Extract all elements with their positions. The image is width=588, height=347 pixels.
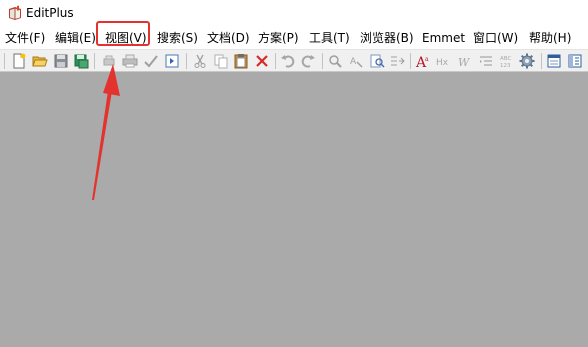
menu-emmet[interactable]: Emmet bbox=[422, 30, 465, 46]
svg-text:W: W bbox=[458, 56, 471, 69]
svg-text:123: 123 bbox=[500, 63, 511, 69]
indent-icon[interactable] bbox=[477, 52, 495, 70]
settings-gear-icon[interactable] bbox=[518, 52, 536, 70]
save-icon[interactable] bbox=[52, 52, 70, 70]
toolbar-separator bbox=[275, 53, 276, 69]
cut-icon[interactable] bbox=[191, 52, 209, 70]
toolbar-separator bbox=[186, 53, 187, 69]
editor-workspace bbox=[0, 72, 588, 347]
menu-window[interactable]: 窗口(W) bbox=[473, 30, 518, 46]
word-wrap-icon[interactable]: W bbox=[456, 52, 474, 70]
output-window-icon[interactable] bbox=[545, 52, 563, 70]
print-icon[interactable] bbox=[121, 52, 139, 70]
svg-text:Hx: Hx bbox=[436, 58, 449, 68]
menu-help[interactable]: 帮助(H) bbox=[529, 30, 571, 46]
column-select-icon[interactable]: ABC 123 bbox=[498, 52, 516, 70]
redo-icon[interactable] bbox=[299, 52, 317, 70]
toolbar-separator bbox=[410, 53, 411, 69]
title-bar: EditPlus bbox=[0, 0, 588, 26]
find-in-files-icon[interactable] bbox=[368, 52, 386, 70]
menu-edit[interactable]: 编辑(E) bbox=[55, 30, 96, 46]
toolbar-separator bbox=[94, 53, 95, 69]
directory-window-icon[interactable] bbox=[566, 52, 584, 70]
svg-text:ABC: ABC bbox=[500, 56, 511, 62]
heading-icon[interactable]: Hx bbox=[435, 52, 453, 70]
undo-icon[interactable] bbox=[279, 52, 297, 70]
font-icon[interactable]: A a bbox=[414, 52, 432, 70]
menu-document[interactable]: 文档(D) bbox=[207, 30, 250, 46]
browser-preview-icon[interactable] bbox=[163, 52, 181, 70]
editplus-book-icon bbox=[9, 5, 21, 20]
new-file-icon[interactable] bbox=[10, 52, 28, 70]
toolbar-grip bbox=[4, 53, 5, 69]
find-icon[interactable] bbox=[326, 52, 344, 70]
svg-text:A: A bbox=[350, 57, 357, 67]
paste-icon[interactable] bbox=[232, 52, 250, 70]
menu-bar: 文件(F) 编辑(E) 视图(V) 搜索(S) 文档(D) 方案(P) 工具(T… bbox=[0, 27, 588, 49]
svg-text:a: a bbox=[425, 56, 429, 63]
goto-line-icon[interactable] bbox=[388, 52, 406, 70]
editplus-window: EditPlus 文件(F) 编辑(E) 视图(V) 搜索(S) 文档(D) 方… bbox=[0, 0, 588, 347]
spell-check-icon[interactable] bbox=[142, 52, 160, 70]
copy-icon[interactable] bbox=[212, 52, 230, 70]
menu-browser[interactable]: 浏览器(B) bbox=[360, 30, 414, 46]
toolbar: A A a Hx W ABC 123 bbox=[0, 49, 588, 72]
toolbar-separator bbox=[541, 53, 542, 69]
menu-tools[interactable]: 工具(T) bbox=[309, 30, 350, 46]
print-preview-icon[interactable] bbox=[100, 52, 118, 70]
toolbar-separator bbox=[322, 53, 323, 69]
open-folder-icon[interactable] bbox=[31, 52, 49, 70]
menu-project[interactable]: 方案(P) bbox=[258, 30, 299, 46]
menu-file[interactable]: 文件(F) bbox=[5, 30, 45, 46]
save-all-icon[interactable] bbox=[72, 52, 90, 70]
menu-search[interactable]: 搜索(S) bbox=[157, 30, 198, 46]
view-menu-highlight-box bbox=[96, 21, 150, 46]
replace-icon[interactable]: A bbox=[347, 52, 365, 70]
delete-icon[interactable] bbox=[253, 52, 271, 70]
window-title: EditPlus bbox=[26, 6, 74, 20]
